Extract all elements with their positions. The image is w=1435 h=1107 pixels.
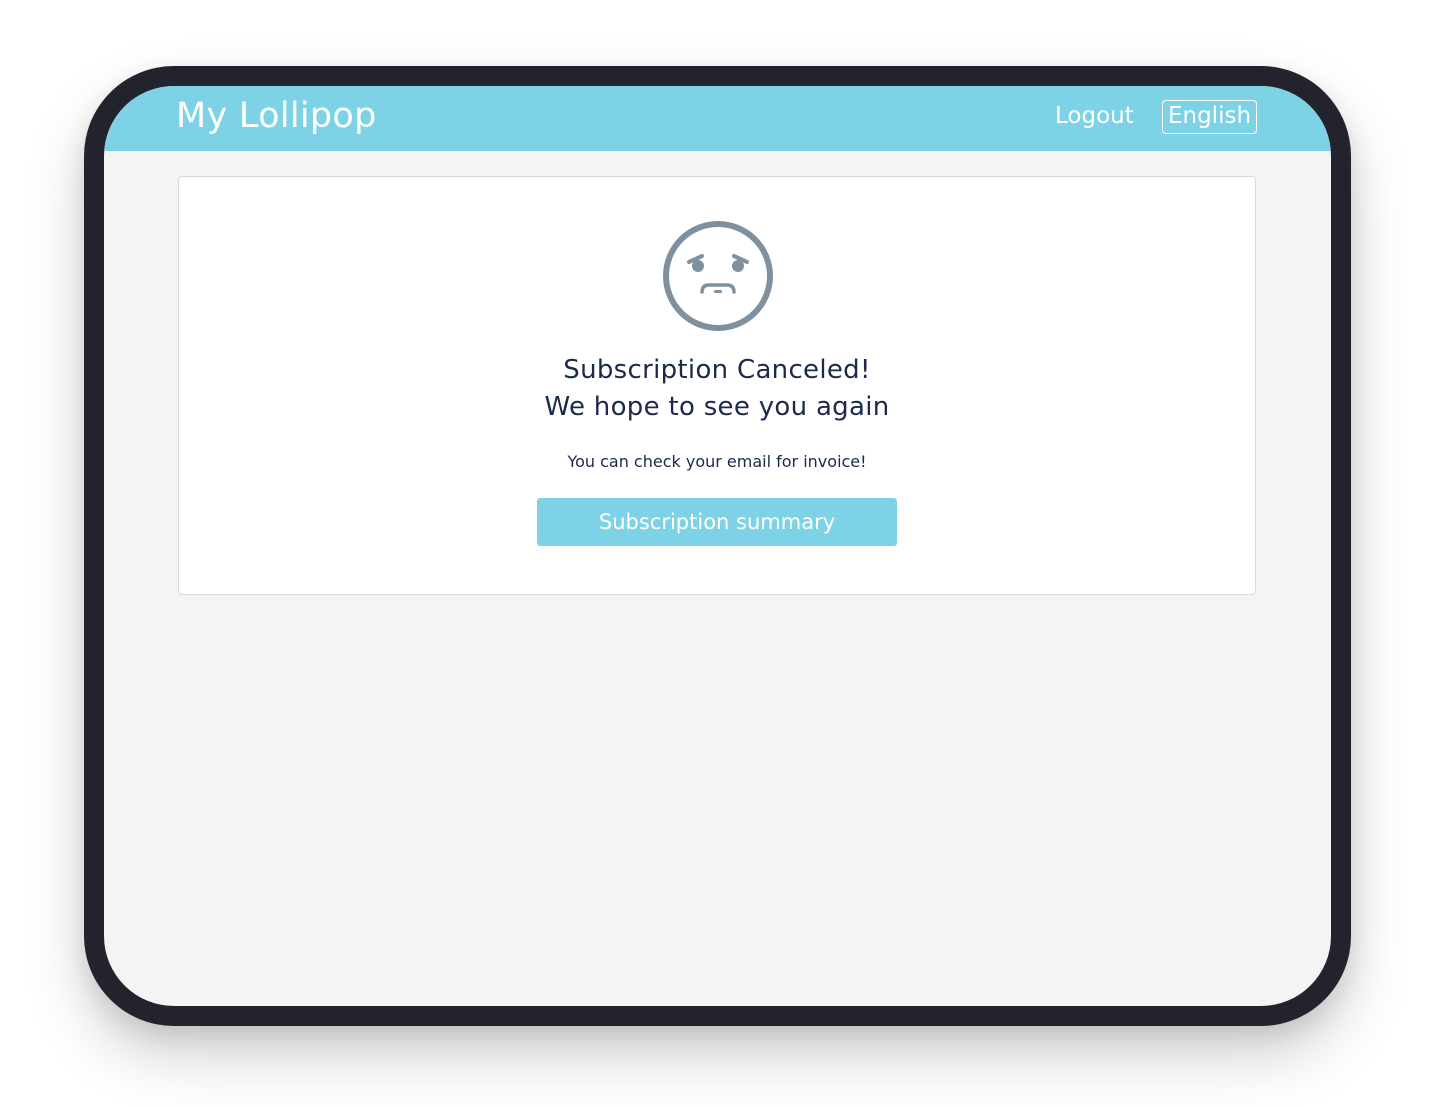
brand-title: My Lollipop	[176, 96, 377, 136]
language-selector[interactable]: English	[1162, 100, 1257, 134]
invoice-message: You can check your email for invoice!	[567, 452, 867, 471]
app-screen: My Lollipop Logout English Subscription …	[104, 86, 1331, 1006]
page-title: Subscription Canceled!	[563, 355, 871, 385]
logout-link[interactable]: Logout	[1055, 103, 1134, 129]
subscription-summary-button[interactable]: Subscription summary	[537, 498, 897, 546]
device-frame: My Lollipop Logout English Subscription …	[84, 66, 1351, 1026]
cancellation-card: Subscription Canceled! We hope to see yo…	[178, 176, 1256, 595]
top-bar: My Lollipop Logout English	[104, 86, 1331, 151]
page-subtitle: We hope to see you again	[544, 392, 890, 422]
sad-face-icon	[663, 221, 773, 331]
